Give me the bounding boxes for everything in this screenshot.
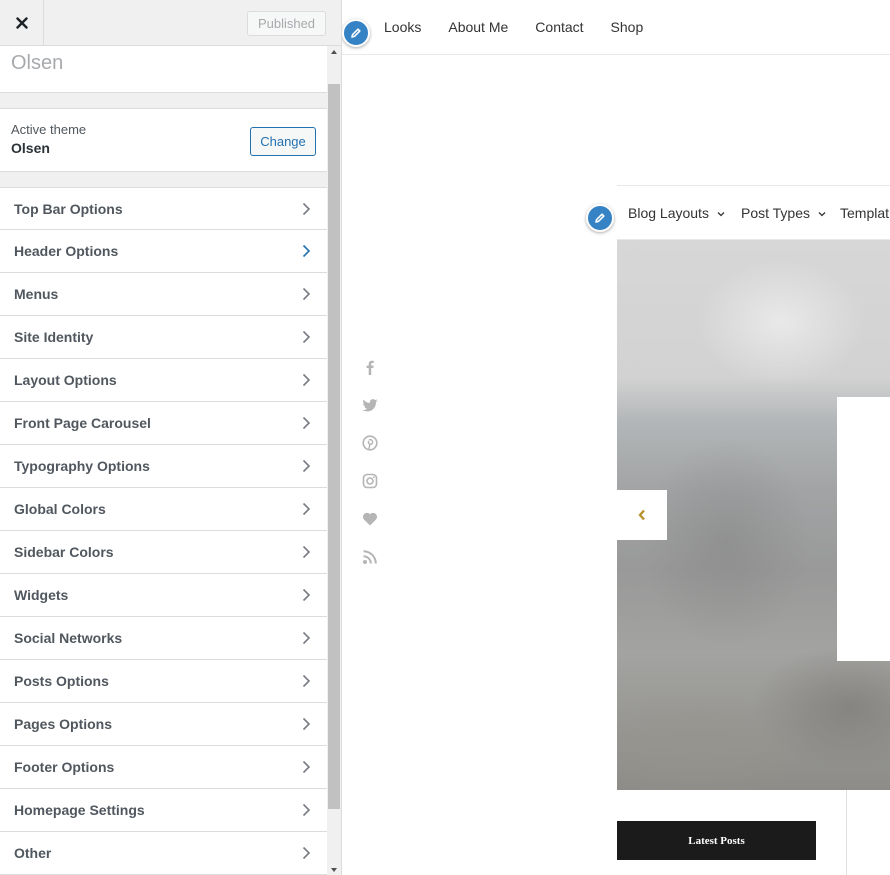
chevron-right-icon [302, 502, 311, 516]
facebook-icon[interactable] [362, 359, 378, 375]
section-other[interactable]: Other [0, 832, 327, 875]
chevron-right-icon [302, 416, 311, 430]
section-label: Other [14, 845, 52, 861]
section-label: Header Options [14, 243, 119, 259]
edit-main-menu-shortcut[interactable] [586, 204, 614, 232]
nav-item-label: Templat [840, 205, 890, 221]
carousel-prev-button[interactable] [617, 490, 667, 540]
publish-button[interactable]: Published [247, 11, 326, 36]
chevron-right-icon [302, 631, 311, 645]
edit-top-menu-shortcut[interactable] [342, 19, 370, 47]
close-icon [15, 16, 28, 29]
section-label: Sidebar Colors [14, 544, 114, 560]
twitter-icon[interactable] [362, 397, 378, 413]
section-homepage-settings[interactable]: Homepage Settings [0, 789, 327, 832]
heart-icon[interactable] [362, 511, 378, 527]
top-menu: Looks About Me Contact Shop [384, 19, 670, 35]
chevron-right-icon [302, 287, 311, 301]
section-widgets[interactable]: Widgets [0, 574, 327, 617]
section-label: Global Colors [14, 501, 106, 517]
section-label: Pages Options [14, 716, 113, 732]
chevron-left-icon [638, 509, 645, 521]
change-theme-button[interactable]: Change [250, 127, 316, 156]
chevron-right-icon [302, 459, 311, 473]
section-label: Menus [14, 286, 59, 302]
section-front-page-carousel[interactable]: Front Page Carousel [0, 402, 327, 445]
section-label: Typography Options [14, 458, 150, 474]
section-layout-options[interactable]: Layout Options [0, 359, 327, 402]
nav-item-label: Post Types [741, 205, 811, 221]
top-menu-item-looks[interactable]: Looks [384, 19, 421, 35]
instagram-icon[interactable] [362, 473, 378, 489]
section-label: Posts Options [14, 673, 109, 689]
chevron-right-icon [302, 760, 311, 774]
chevron-right-icon [302, 846, 311, 860]
section-list: Top Bar Options Header Options Menus Site I… [0, 187, 327, 875]
section-posts-options[interactable]: Posts Options [0, 660, 327, 703]
chevron-down-icon [818, 212, 826, 217]
latest-posts-heading[interactable]: Latest Posts [617, 821, 816, 860]
customizer-header: Published [0, 0, 341, 46]
section-site-identity[interactable]: Site Identity [0, 316, 327, 359]
chevron-right-icon [302, 674, 311, 688]
pencil-icon [595, 213, 605, 223]
section-pages-options[interactable]: Pages Options [0, 703, 327, 746]
site-preview: Looks About Me Contact Shop Blog Layouts… [342, 0, 890, 875]
scroll-up-arrow-icon[interactable] [331, 50, 337, 54]
customizer-sections: Olsen Active theme Olsen Change Top Bar … [0, 46, 327, 875]
chevron-down-icon [717, 212, 725, 217]
section-label: Top Bar Options [14, 200, 123, 217]
section-label: Widgets [14, 587, 69, 603]
section-sidebar-colors[interactable]: Sidebar Colors [0, 531, 327, 574]
site-title-header: Olsen [0, 46, 327, 93]
nav-item-blog-layouts[interactable]: Blog Layouts [628, 205, 725, 221]
section-typography-options[interactable]: Typography Options [0, 445, 327, 488]
section-label: Social Networks [14, 630, 123, 646]
scroll-down-arrow-icon[interactable] [331, 868, 337, 872]
sidebar-scrollbar[interactable] [327, 46, 341, 875]
chevron-right-icon [302, 717, 311, 731]
top-menu-item-shop[interactable]: Shop [611, 19, 644, 35]
top-menu-item-about-me[interactable]: About Me [448, 19, 508, 35]
section-label: Site Identity [14, 329, 94, 345]
section-header-options[interactable]: Header Options [0, 230, 327, 273]
section-menus[interactable]: Menus [0, 273, 327, 316]
chevron-right-icon [302, 373, 311, 387]
chevron-right-icon [302, 803, 311, 817]
chevron-right-icon [302, 202, 311, 216]
section-label: Front Page Carousel [14, 415, 151, 431]
nav-item-post-types[interactable]: Post Types [741, 205, 826, 221]
chevron-right-icon [302, 545, 311, 559]
chevron-right-icon [302, 330, 311, 344]
section-social-networks[interactable]: Social Networks [0, 617, 327, 660]
section-footer-options[interactable]: Footer Options [0, 746, 327, 789]
section-label: Footer Options [14, 759, 115, 775]
nav-item-label: Blog Layouts [628, 205, 709, 221]
scrollbar-thumb[interactable] [328, 84, 340, 809]
pinterest-icon[interactable] [362, 435, 378, 451]
active-theme-panel: Active theme Olsen Change [0, 108, 327, 172]
main-navigation: Blog Layouts Post Types Templat [617, 185, 890, 240]
sidebar-divider [846, 790, 847, 875]
nav-item-templates[interactable]: Templat [840, 205, 889, 221]
section-top-bar-options[interactable]: Top Bar Options [0, 187, 327, 230]
close-customizer-button[interactable] [0, 0, 44, 45]
carousel-caption-card [837, 397, 890, 661]
customizer-panel: Published Olsen Active theme Olsen Chang… [0, 0, 342, 875]
section-label: Layout Options [14, 372, 117, 388]
front-page-carousel [617, 240, 890, 790]
top-bar: Looks About Me Contact Shop [342, 0, 890, 55]
section-label: Homepage Settings [14, 802, 145, 818]
rss-icon[interactable] [362, 549, 378, 565]
pencil-icon [351, 28, 361, 38]
site-title: Olsen [11, 52, 64, 74]
section-global-colors[interactable]: Global Colors [0, 488, 327, 531]
chevron-right-icon [302, 244, 311, 258]
chevron-right-icon [302, 588, 311, 602]
top-menu-item-contact[interactable]: Contact [535, 19, 583, 35]
